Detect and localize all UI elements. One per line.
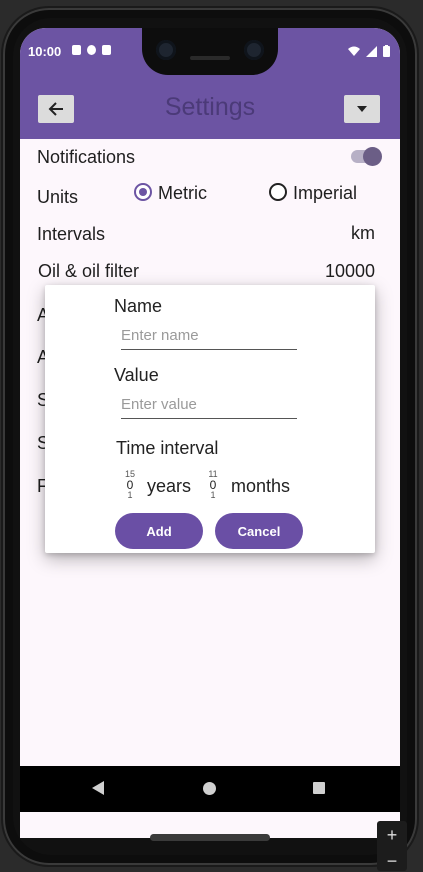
dropdown-arrow-icon — [357, 106, 367, 112]
add-button[interactable]: Add — [115, 513, 203, 549]
emulator-zoom-controls: + − — [377, 821, 407, 871]
years-picker-below: 1 — [127, 490, 133, 500]
notifications-label: Notifications — [37, 147, 136, 167]
status-left-icons — [72, 45, 111, 55]
nav-back-icon[interactable] — [92, 781, 104, 795]
battery-icon — [383, 45, 390, 57]
status-time: 10:00 — [28, 44, 62, 59]
interval-row-value[interactable]: 10000 — [325, 261, 375, 282]
name-label: Name — [114, 296, 163, 316]
bottom-speaker — [150, 834, 270, 841]
months-label: months — [231, 476, 291, 496]
a-notification-icon — [72, 45, 81, 55]
system-nav-bar — [20, 766, 400, 812]
add-interval-dialog: Name Value Time interval 15 0 1 years 11… — [45, 285, 375, 553]
camera-notch — [142, 28, 278, 75]
zoom-out-button[interactable]: − — [377, 851, 407, 872]
zoom-in-button[interactable]: + — [377, 825, 407, 846]
front-camera-icon — [156, 40, 176, 60]
earpiece-speaker — [190, 56, 230, 60]
value-label: Value — [114, 365, 159, 385]
app-toolbar: Settings — [20, 75, 400, 139]
app-screen: 10:00 Settings Notifications Units Metri… — [20, 28, 400, 838]
name-input[interactable] — [121, 323, 297, 350]
signal-icon — [366, 45, 377, 57]
imperial-label[interactable]: Imperial — [293, 183, 357, 204]
intervals-unit: km — [351, 223, 375, 243]
notifications-toggle-thumb[interactable] — [363, 147, 382, 166]
nav-home-icon[interactable] — [203, 782, 216, 795]
p-notification-icon — [87, 45, 96, 55]
metric-label[interactable]: Metric — [158, 183, 207, 204]
months-picker-below: 1 — [210, 490, 216, 500]
wifi-icon — [348, 46, 360, 56]
imperial-radio[interactable] — [269, 183, 287, 201]
nav-recents-icon[interactable] — [313, 782, 325, 794]
sd-card-icon — [102, 45, 111, 55]
months-picker[interactable]: 11 0 1 — [206, 470, 220, 500]
years-label: years — [147, 476, 192, 496]
years-picker[interactable]: 15 0 1 — [123, 470, 137, 500]
metric-radio[interactable] — [134, 183, 152, 201]
page-title: Settings — [164, 93, 256, 121]
menu-dropdown-button[interactable] — [344, 95, 380, 123]
value-input[interactable] — [121, 392, 297, 419]
status-bar: 10:00 — [20, 28, 400, 75]
front-camera-icon — [244, 40, 264, 60]
intervals-label: Intervals — [37, 224, 106, 244]
cancel-button[interactable]: Cancel — [215, 513, 303, 549]
time-interval-label: Time interval — [116, 438, 219, 458]
status-right-icons — [348, 45, 390, 57]
